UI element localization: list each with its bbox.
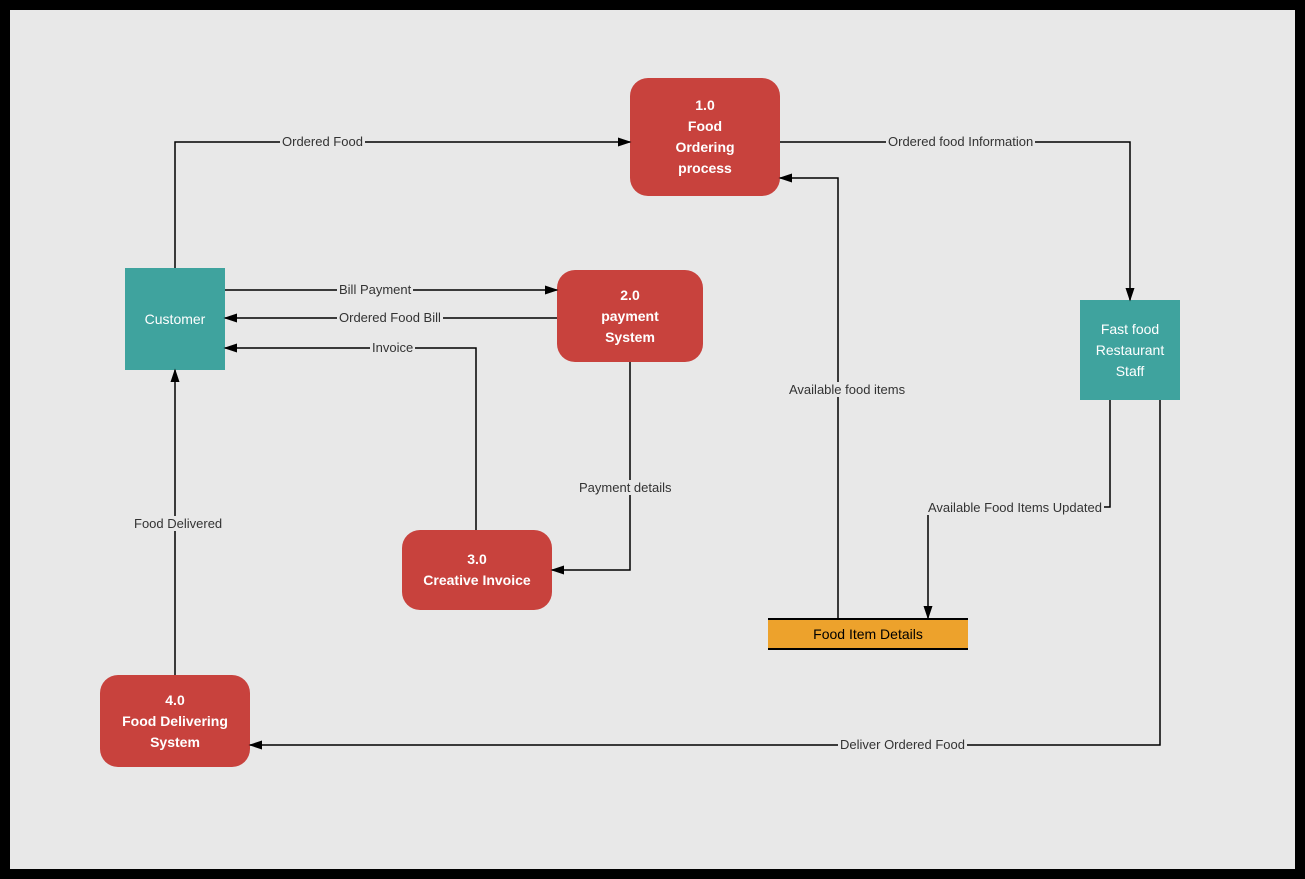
flow-label: Available food items <box>787 382 907 397</box>
flow-label: Deliver Ordered Food <box>838 737 967 752</box>
flow-label: Bill Payment <box>337 282 413 297</box>
process-num: 1.0 <box>695 95 714 116</box>
process-line: process <box>678 158 732 179</box>
flow-label: Available Food Items Updated <box>926 500 1104 515</box>
flow-label: Payment details <box>577 480 674 495</box>
diagram-canvas: Customer Fast food Restaurant Staff 1.0 … <box>0 0 1305 879</box>
entity-customer: Customer <box>125 268 225 370</box>
process-line: System <box>605 327 655 348</box>
datastore-food-items: Food Item Details <box>768 618 968 650</box>
process-delivering: 4.0 Food Delivering System <box>100 675 250 767</box>
process-line: System <box>150 732 200 753</box>
process-ordering: 1.0 Food Ordering process <box>630 78 780 196</box>
flow-label: Ordered food Information <box>886 134 1035 149</box>
process-num: 3.0 <box>467 549 486 570</box>
entity-label: Staff <box>1116 361 1145 382</box>
datastore-label: Food Item Details <box>813 624 923 645</box>
flow-label: Ordered Food Bill <box>337 310 443 325</box>
diagram-inner: Customer Fast food Restaurant Staff 1.0 … <box>10 10 1295 869</box>
flow-label: Ordered Food <box>280 134 365 149</box>
flow-label: Food Delivered <box>132 516 224 531</box>
process-line: Food <box>688 116 722 137</box>
process-line: Creative Invoice <box>423 570 530 591</box>
process-payment: 2.0 payment System <box>557 270 703 362</box>
entity-label: Restaurant <box>1096 340 1164 361</box>
process-num: 2.0 <box>620 285 639 306</box>
process-line: payment <box>601 306 659 327</box>
entity-label: Fast food <box>1101 319 1159 340</box>
entity-staff: Fast food Restaurant Staff <box>1080 300 1180 400</box>
process-line: Food Delivering <box>122 711 228 732</box>
process-num: 4.0 <box>165 690 184 711</box>
entity-label: Customer <box>145 309 206 330</box>
process-invoice: 3.0 Creative Invoice <box>402 530 552 610</box>
process-line: Ordering <box>675 137 734 158</box>
flow-label: Invoice <box>370 340 415 355</box>
